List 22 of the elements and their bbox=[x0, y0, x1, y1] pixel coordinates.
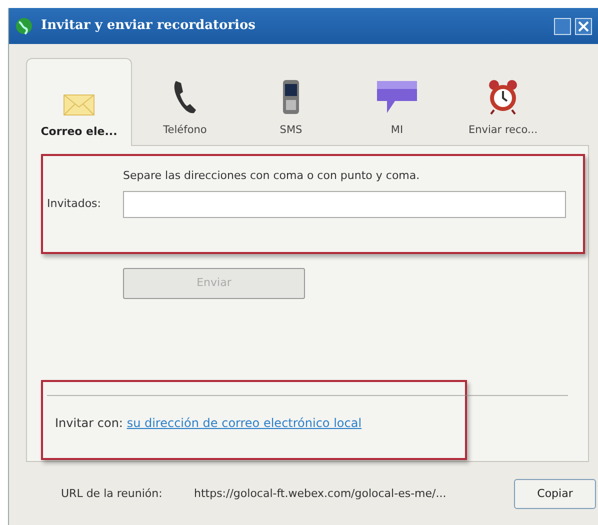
tab[interactable]: SMS bbox=[238, 58, 344, 145]
url-label: URL de la reunión: bbox=[61, 486, 164, 502]
tab[interactable]: Enviar reco... bbox=[450, 58, 556, 145]
invite-label: Invitar con: bbox=[55, 416, 123, 430]
hint-text: Separe las direcciones con coma o con punto y coma. bbox=[123, 169, 420, 182]
copy-button[interactable]: Copiar bbox=[514, 479, 596, 509]
window-title: Invitar y enviar recordatorios bbox=[41, 17, 256, 36]
close-button[interactable] bbox=[575, 18, 592, 34]
tab[interactable]: Teléfono bbox=[132, 58, 238, 145]
tab[interactable]: Correo ele... bbox=[26, 58, 132, 146]
local-email-link[interactable]: su dirección de correo electrónico local bbox=[126, 416, 362, 430]
field-label: Invitados: bbox=[47, 196, 102, 212]
invitees-field[interactable] bbox=[123, 190, 566, 218]
minimize-button[interactable] bbox=[554, 18, 571, 34]
speech-bubble-icon bbox=[375, 79, 419, 116]
alarm-clock-icon bbox=[487, 79, 519, 116]
phone-icon bbox=[172, 79, 198, 116]
meeting-url: https://golocal-ft.webex.com/golocal-es-me/... bbox=[194, 486, 448, 502]
globe-icon bbox=[15, 17, 33, 35]
mail-icon bbox=[63, 94, 95, 116]
tab[interactable]: MI bbox=[344, 58, 450, 145]
mobile-phone-icon bbox=[282, 79, 300, 116]
